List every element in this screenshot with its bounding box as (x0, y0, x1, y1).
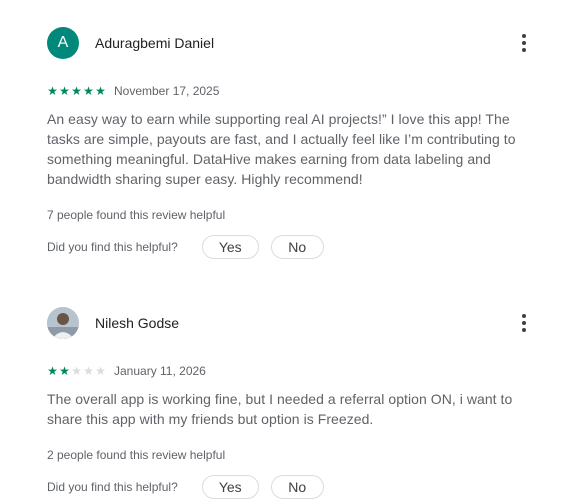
helpful-question: Did you find this helpful? (47, 480, 178, 494)
review-header: A Aduragbemi Daniel (47, 27, 214, 59)
review-text: The overall app is working fine, but I n… (47, 391, 513, 427)
more-vert-icon-dot (522, 328, 526, 332)
star-icon-empty: ★ (83, 364, 94, 378)
more-vert-icon (522, 314, 526, 318)
avatar-initial: A (57, 34, 69, 51)
helpful-count: 7 people found this review helpful (47, 208, 226, 222)
star-icon-empty: ★ (71, 364, 82, 378)
yes-button[interactable]: Yes (201, 235, 259, 259)
star-icon-filled: ★ (59, 364, 70, 378)
review-date: November 17, 2025 (114, 84, 220, 98)
more-vert-icon-dot (522, 321, 526, 325)
star-rating: ★ ★ ★ ★ ★ (47, 85, 106, 97)
avatar-photo-icon (47, 307, 79, 339)
author-name: Nilesh Godse (95, 315, 180, 331)
star-rating: ★ ★ ★ ★ ★ (47, 365, 106, 377)
star-icon-filled: ★ (95, 84, 106, 98)
star-icon-empty: ★ (95, 364, 106, 378)
review-text: An easy way to earn while supporting rea… (47, 111, 516, 187)
review-header: Nilesh Godse (47, 307, 179, 339)
yes-button[interactable]: Yes (201, 475, 259, 499)
more-vert-icon (522, 34, 526, 38)
review-meta: ★ ★ ★ ★ ★ January 11, 2026 (47, 363, 206, 379)
star-icon-filled: ★ (47, 364, 58, 378)
no-button[interactable]: No (270, 235, 324, 259)
star-icon-filled: ★ (71, 84, 82, 98)
avatar (47, 307, 79, 339)
star-icon-filled: ★ (83, 84, 94, 98)
helpful-question: Did you find this helpful? (47, 240, 178, 254)
helpful-feedback: Did you find this helpful? Yes No (47, 475, 324, 499)
avatar: A (47, 27, 79, 59)
star-icon-filled: ★ (59, 84, 70, 98)
star-icon-filled: ★ (47, 84, 58, 98)
more-options-button[interactable] (514, 311, 534, 335)
more-vert-icon-dot (522, 41, 526, 45)
review-date: January 11, 2026 (114, 364, 206, 378)
author-name: Aduragbemi Daniel (95, 35, 215, 51)
no-button[interactable]: No (270, 475, 324, 499)
helpful-count: 2 people found this review helpful (47, 448, 226, 462)
review-card: A Aduragbemi Daniel ★ ★ ★ ★ ★ November 1… (0, 27, 568, 267)
helpful-feedback: Did you find this helpful? Yes No (47, 235, 324, 259)
more-options-button[interactable] (514, 31, 534, 55)
more-vert-icon-dot (522, 48, 526, 52)
review-meta: ★ ★ ★ ★ ★ November 17, 2025 (47, 83, 219, 99)
review-card: Nilesh Godse ★ ★ ★ ★ ★ January 11, 2026 … (0, 307, 568, 502)
